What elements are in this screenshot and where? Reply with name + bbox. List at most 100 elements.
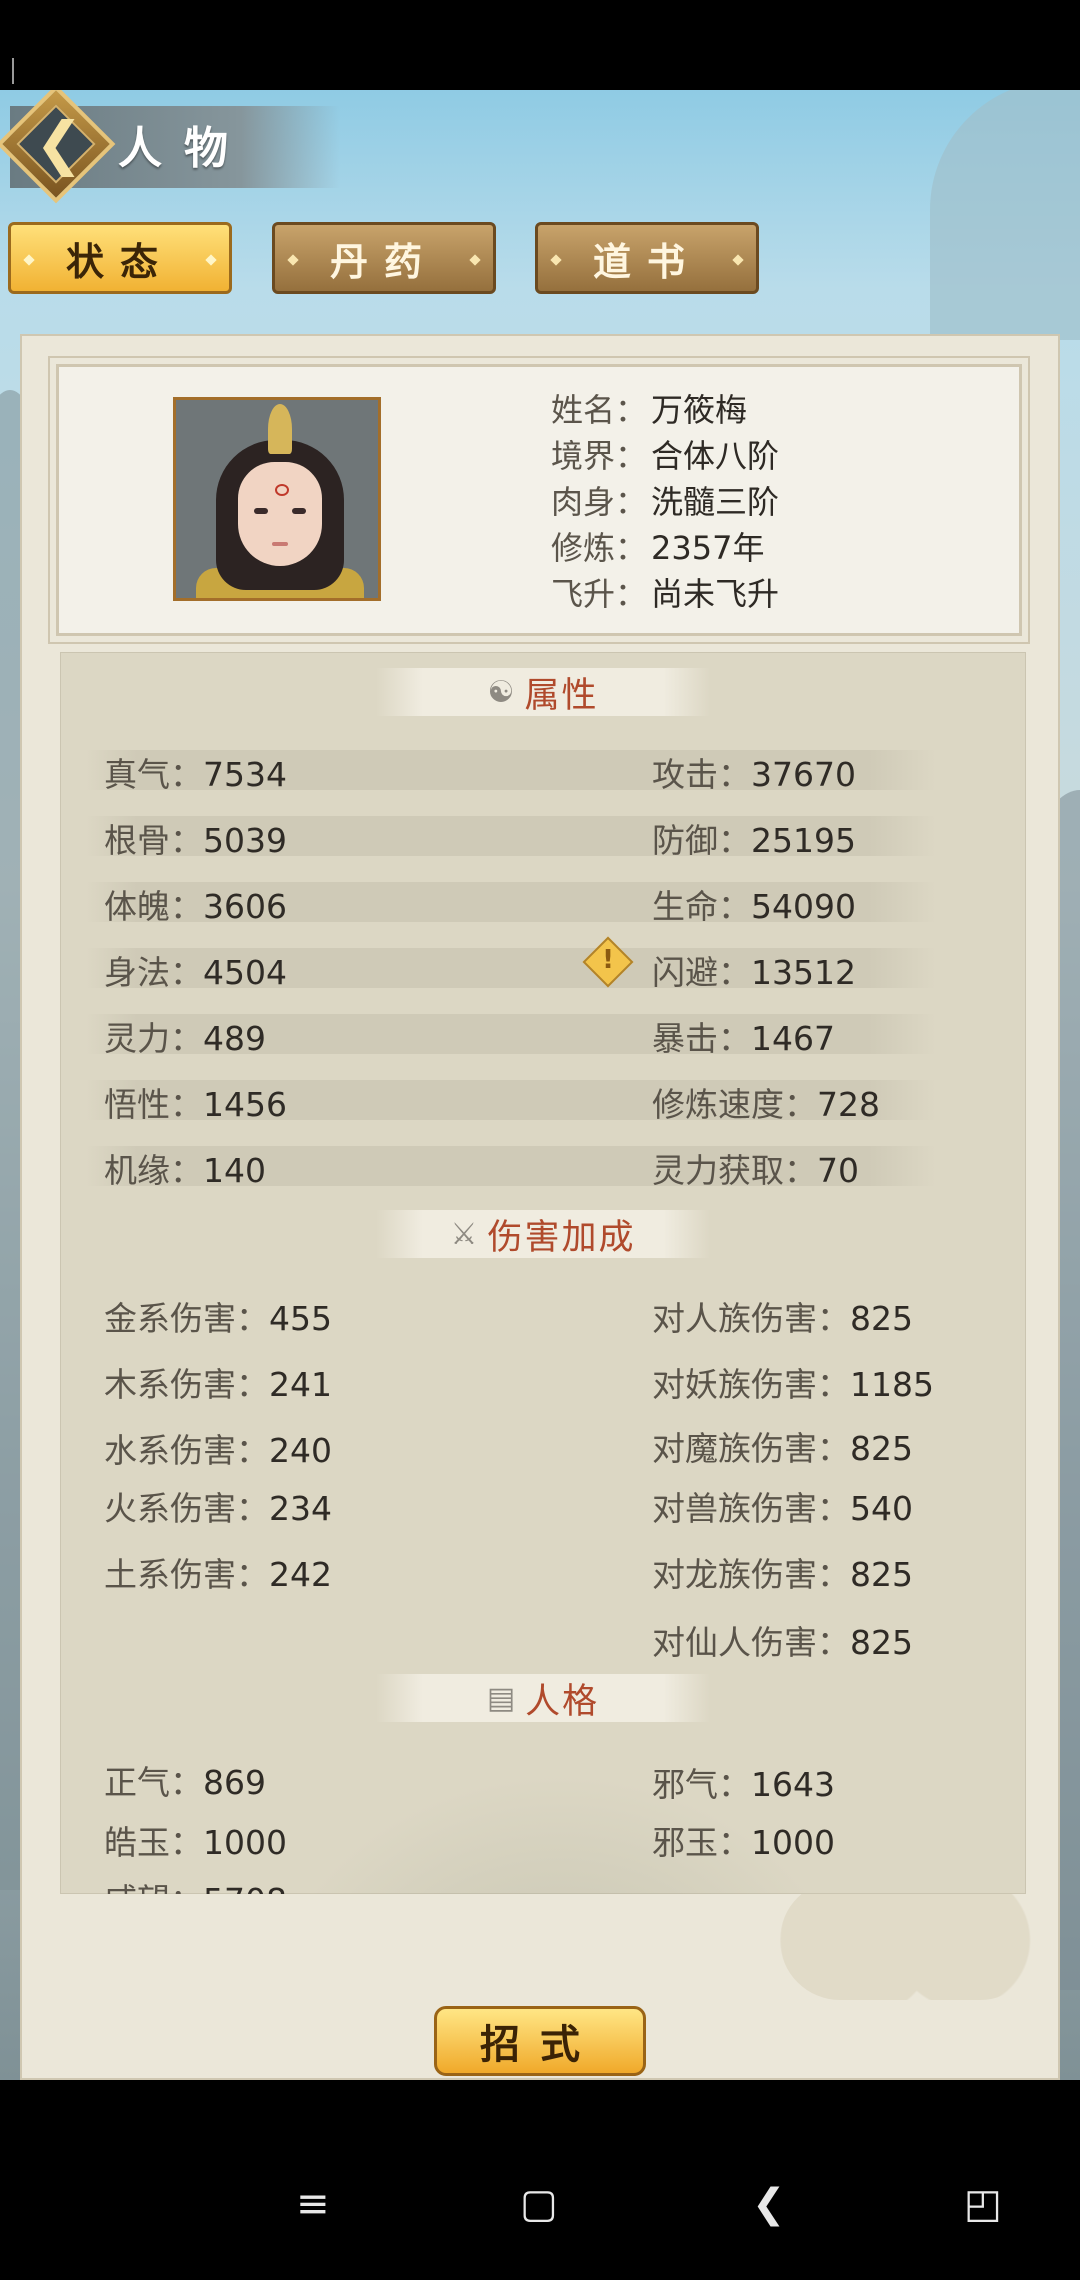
stat-value: 1000 [203,1823,287,1862]
stat-value: 869 [203,1763,266,1802]
section-personality-header: ▤ 人格 [376,1674,710,1722]
stat-value: 825 [850,1299,913,1338]
attr-defense: 防御：25195 [652,814,856,862]
stat-value: 242 [269,1555,332,1594]
background-mountain [930,90,1080,340]
stat-label: 金系伤害： [104,1299,269,1338]
attr-attack: 攻击：37670 [652,748,856,796]
avatar-eye [292,508,306,514]
tab-label: 状态 [65,239,174,284]
stat-label: 邪气： [652,1765,751,1804]
tab-taoist-books[interactable]: 道书 [535,222,759,294]
avatar-mouth [272,542,288,546]
stat-label: 暴击： [652,1019,751,1058]
attributes-scroll-area[interactable]: ☯ 属性 真气：7534 根骨：5039 体魄：3606 身法：4504 灵力：… [60,652,1026,1894]
back-icon[interactable]: ❮ [752,2184,786,2224]
avatar-forehead-mark [275,484,289,496]
attr-life: 生命：54090 [652,880,856,928]
crossed-swords-icon: ⚔ [450,1216,478,1252]
stat-value: 25195 [751,821,856,860]
attr-fortune: 机缘：140 [104,1144,266,1192]
stat-label: 身法： [104,953,203,992]
character-avatar[interactable] [173,397,381,601]
info-label: 肉身： [551,483,648,521]
damage-metal: 金系伤害：455 [104,1292,332,1340]
character-screen: ❮ 人物 状态 丹药 道书 姓名： 万筱梅 境界： 合体八阶 肉身： 洗髓三阶 … [0,90,1080,2080]
stat-label: 对妖族伤害： [652,1365,850,1404]
attr-comprehension: 悟性：1456 [104,1078,287,1126]
stat-value: 1643 [751,1765,835,1804]
menu-icon[interactable]: ≡ [296,2184,330,2224]
stat-value: 13512 [751,953,856,992]
avatar-crown [268,404,292,454]
stat-label: 闪避： [652,953,751,992]
stat-value: 7534 [203,755,287,794]
section-title: 人格 [525,1681,600,1722]
attr-physique: 体魄：3606 [104,880,287,928]
tab-ornament [23,254,35,266]
tab-label: 道书 [592,239,701,284]
personality-prestige: 威望：5708 [104,1874,287,1894]
stat-label: 水系伤害： [104,1431,269,1470]
tab-ornament [469,254,481,266]
damage-water: 水系伤害：240 [104,1424,332,1472]
stat-label: 机缘： [104,1151,203,1190]
info-label: 境界： [551,437,648,475]
stat-label: 修炼速度： [652,1085,817,1124]
stat-label: 真气： [104,755,203,794]
stat-label: 攻击： [652,755,751,794]
damage-earth: 土系伤害：242 [104,1548,332,1596]
stat-label: 对兽族伤害： [652,1489,850,1528]
tab-ornament [205,254,217,266]
stat-value: 70 [817,1151,859,1190]
status-bar [0,0,1080,90]
tab-elixirs[interactable]: 丹药 [272,222,496,294]
stat-value: 140 [203,1151,266,1190]
stat-value: 241 [269,1365,332,1404]
stat-label: 木系伤害： [104,1365,269,1404]
stat-value: 825 [850,1555,913,1594]
tab-ornament [732,254,744,266]
back-button-frame [16,104,96,184]
stat-value: 1456 [203,1085,287,1124]
stat-label: 对魔族伤害： [652,1429,850,1468]
stat-value: 455 [269,1299,332,1338]
stat-label: 生命： [652,887,751,926]
damage-wood: 木系伤害：241 [104,1358,332,1406]
home-icon[interactable]: ▢ [520,2184,558,2224]
stat-value: 3606 [203,887,287,926]
stat-label: 火系伤害： [104,1489,269,1528]
stat-label: 防御： [652,821,751,860]
personality-evil: 邪气：1643 [652,1758,835,1806]
attr-agility: 身法：4504 [104,946,287,994]
tab-status[interactable]: 状态 [8,222,232,294]
stat-value: 1185 [850,1365,934,1404]
stat-value: 825 [850,1429,913,1468]
stat-label: 皓玉： [104,1823,203,1862]
tab-label: 丹药 [329,239,438,284]
character-info-list: 姓名： 万筱梅 境界： 合体八阶 肉身： 洗髓三阶 修炼： 2357年 飞升： 尚未飞升 [551,385,779,615]
stat-value: 489 [203,1019,266,1058]
system-nav-bar: ≡ ▢ ❮ ◰ [0,2080,1080,2280]
attr-dodge: 闪避：13512 [652,946,856,994]
recent-apps-icon[interactable]: ◰ [964,2184,1002,2224]
stat-label: 体魄： [104,887,203,926]
damage-fire: 火系伤害：234 [104,1482,332,1530]
stat-value: 234 [269,1489,332,1528]
section-title: 伤害加成 [487,1217,636,1258]
stat-value: 54090 [751,887,856,926]
damage-vs-dragon: 对龙族伤害：825 [652,1548,913,1596]
info-label: 修炼： [551,529,648,567]
avatar-eye [254,508,268,514]
info-value: 万筱梅 [651,391,748,429]
attr-critical: 暴击：1467 [652,1012,835,1060]
tab-ornament [287,254,299,266]
section-attributes-header: ☯ 属性 [376,668,710,716]
skills-button[interactable]: 招式 [434,2006,646,2076]
yin-yang-icon: ☯ [487,674,515,710]
scroll-icon: ▤ [486,1680,516,1716]
info-value: 2357年 [651,529,765,567]
stat-value: 240 [269,1431,332,1470]
stat-label: 邪玉： [652,1823,751,1862]
stat-value: 825 [850,1623,913,1662]
